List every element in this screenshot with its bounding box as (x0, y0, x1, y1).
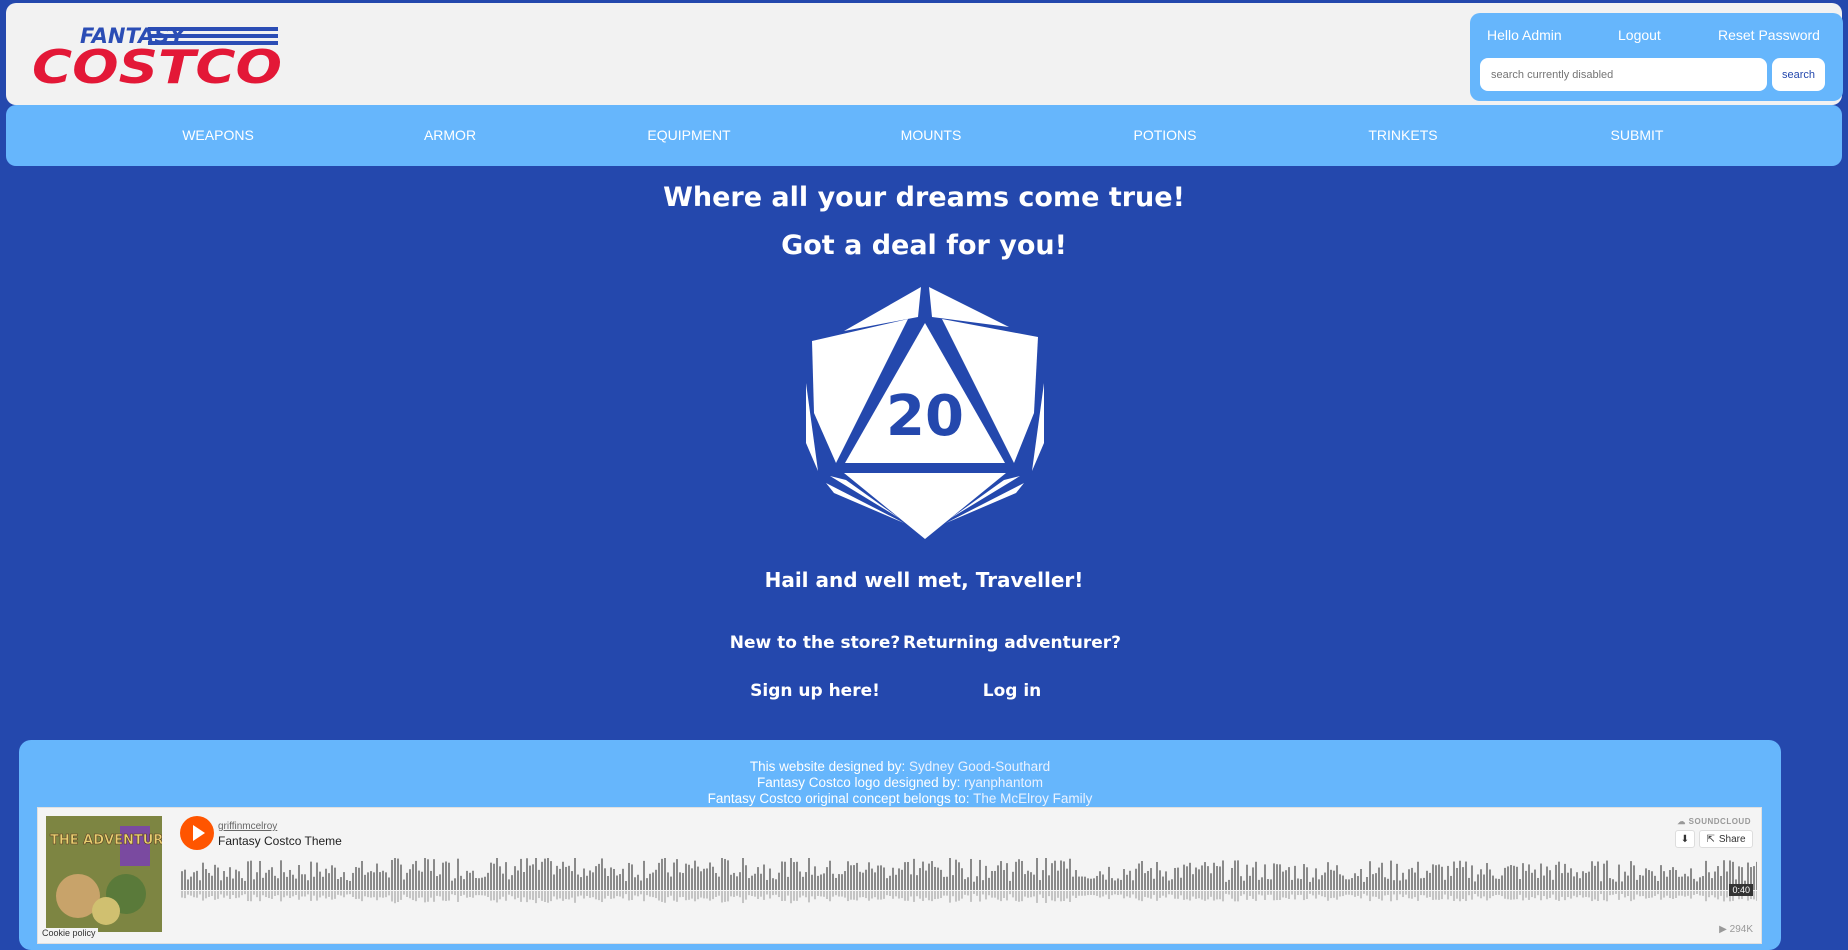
share-icon: ⇱ (1706, 833, 1715, 845)
share-button[interactable]: ⇱ Share (1699, 830, 1753, 848)
concept-credit: Fantasy Costco original concept belongs … (19, 791, 1781, 806)
search-button[interactable]: search (1772, 58, 1825, 91)
site-header: FANTASY COSTCO Hello Admin Logout Reset … (6, 3, 1843, 105)
designer-credit-label: This website designed by: (749, 759, 906, 774)
fantasy-costco-logo[interactable]: FANTASY COSTCO (28, 19, 288, 89)
sign-up-link[interactable]: Sign up here! (750, 681, 880, 701)
nav-mounts[interactable]: MOUNTS (901, 127, 962, 143)
nav-weapons[interactable]: WEAPONS (182, 127, 254, 143)
designer-credit: This website designed by: Sydney Good-So… (19, 759, 1781, 774)
new-to-store-prompt: New to the store? (729, 633, 901, 653)
mcelroy-link[interactable]: The McElroy Family (973, 791, 1092, 806)
d20-die-icon: 20 (806, 287, 1044, 539)
soundcloud-logo[interactable]: ☁ SOUNDCLOUD (1677, 817, 1751, 826)
track-title[interactable]: Fantasy Costco Theme (218, 834, 342, 848)
download-icon: ⬇ (1680, 833, 1690, 845)
designer-link[interactable]: Sydney Good-Southard (909, 759, 1050, 774)
category-nav: WEAPONS ARMOR EQUIPMENT MOUNTS POTIONS T… (6, 105, 1842, 166)
logo-credit: Fantasy Costco logo designed by: ryanpha… (19, 775, 1781, 790)
share-label: Share (1718, 833, 1746, 845)
d20-number: 20 (886, 384, 964, 449)
logout-link[interactable]: Logout (1618, 27, 1661, 43)
track-duration: 0:40 (1729, 884, 1753, 896)
search-input[interactable] (1480, 58, 1767, 91)
play-button[interactable] (180, 816, 214, 850)
reset-password-link[interactable]: Reset Password (1718, 27, 1820, 43)
soundcloud-brand: SOUNDCLOUD (1688, 817, 1751, 826)
album-artwork[interactable]: THE ADVENTURE ZONE (46, 816, 162, 932)
cookie-policy-link[interactable]: Cookie policy (40, 928, 98, 938)
download-button[interactable]: ⬇ (1675, 830, 1695, 848)
waveform[interactable] (181, 858, 1757, 904)
account-panel: Hello Admin Logout Reset Password search (1470, 13, 1843, 101)
returning-adventurer-prompt: Returning adventurer? (902, 633, 1122, 653)
headline: Where all your dreams come true! (663, 182, 1185, 213)
nav-armor[interactable]: ARMOR (424, 127, 476, 143)
nav-trinkets[interactable]: TRINKETS (1368, 127, 1437, 143)
concept-credit-label: Fantasy Costco original concept belongs … (707, 791, 970, 806)
hello-admin-link[interactable]: Hello Admin (1487, 27, 1562, 43)
uploader-link[interactable]: griffinmcelroy (218, 821, 277, 832)
traveller-greeting: Hail and well met, Traveller! (764, 568, 1084, 592)
logo-credit-label: Fantasy Costco logo designed by: (757, 775, 961, 790)
nav-submit[interactable]: SUBMIT (1611, 127, 1664, 143)
log-in-link[interactable]: Log in (983, 681, 1042, 701)
soundcloud-player: THE ADVENTURE ZONE Cookie policy griffin… (37, 807, 1762, 944)
artwork-title: THE ADVENTURE ZONE (50, 833, 162, 848)
nav-potions[interactable]: POTIONS (1133, 127, 1196, 143)
svg-text:COSTCO: COSTCO (32, 40, 282, 89)
subheadline: Got a deal for you! (781, 230, 1067, 261)
logo-designer-link[interactable]: ryanphantom (964, 775, 1043, 790)
play-count: ▶ 294K (1719, 924, 1753, 935)
nav-equipment[interactable]: EQUIPMENT (647, 127, 730, 143)
